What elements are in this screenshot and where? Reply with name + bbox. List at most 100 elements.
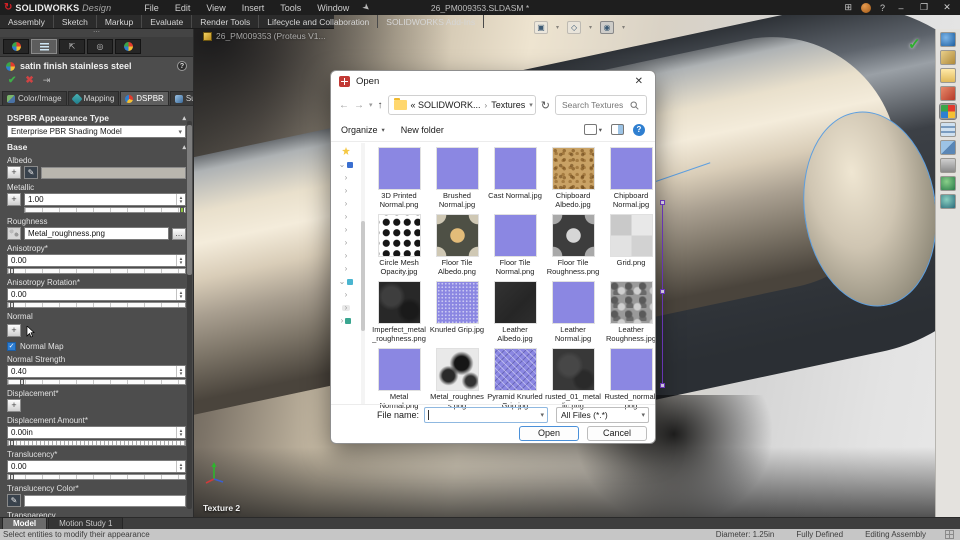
displacement-amount-slider[interactable]	[7, 440, 186, 446]
drive-icon[interactable]	[347, 279, 354, 285]
roughness-browse-button[interactable]: …	[172, 227, 186, 240]
anisotropy-value-input[interactable]: 0.00 ▲ ▼	[7, 254, 186, 267]
translucency-value-input[interactable]: 0.00 ▲ ▼	[7, 460, 186, 473]
metallic-slider[interactable]	[24, 207, 186, 213]
menu-file[interactable]: File	[137, 2, 166, 14]
menu-insert[interactable]: Insert	[235, 2, 272, 14]
file-item[interactable]: rusted_01_metallic.png	[545, 348, 601, 410]
favorites-star-icon[interactable]	[342, 147, 350, 155]
normal-strength-value-input[interactable]: 0.40 ▲ ▼	[7, 365, 186, 378]
design-library-icon[interactable]	[940, 50, 956, 65]
featuremanager-tab[interactable]	[3, 39, 29, 54]
back-icon[interactable]: ←	[339, 100, 349, 111]
refresh-icon[interactable]: ↻	[541, 99, 550, 112]
file-name-input[interactable]: ▾	[424, 407, 548, 423]
file-item[interactable]: Circle Mesh Opacity.jpg	[371, 214, 427, 276]
tree-expand-icon[interactable]: ›	[345, 213, 348, 221]
folder-tree-pane[interactable]: ⌄ › › › › › › › › ⌄ › › ›	[331, 143, 361, 404]
spinner-icon[interactable]: ▲ ▼	[176, 194, 185, 205]
sw-resources-icon[interactable]	[940, 32, 956, 47]
file-item[interactable]: Leather Roughness.jpg	[603, 281, 655, 343]
motion-study-tab[interactable]: Motion Study 1	[48, 517, 124, 529]
tree-expand-icon[interactable]: ›	[345, 174, 348, 182]
panel-scrollbar[interactable]	[187, 121, 192, 509]
metallic-value-input[interactable]: 1.00 ▲ ▼	[24, 193, 186, 206]
file-item[interactable]: Chipboard Normal.jpg	[603, 147, 655, 209]
anisotropy-rotation-slider[interactable]	[7, 302, 186, 308]
albedo-color-swatch[interactable]	[41, 166, 186, 179]
3dexperience-icon[interactable]	[940, 176, 956, 191]
dialog-help-icon[interactable]: ?	[633, 123, 645, 136]
panel-grip[interactable]: ⋯	[0, 29, 193, 37]
open-button[interactable]: Open	[519, 426, 579, 441]
scrollbar-thumb[interactable]	[187, 125, 192, 275]
new-folder-button[interactable]: New folder	[401, 125, 444, 135]
base-section-header[interactable]: Base ▴	[7, 142, 186, 152]
menu-window[interactable]: Window	[310, 2, 356, 14]
menu-tools[interactable]: Tools	[273, 2, 308, 14]
displacement-amount-value-input[interactable]: 0.00in ▲ ▼	[7, 426, 186, 439]
collapse-caret-icon[interactable]: ▴	[182, 114, 186, 122]
tree-expand-icon[interactable]: ›	[345, 304, 348, 312]
hide-show-items-icon[interactable]: ◉	[600, 21, 615, 34]
tab-markup[interactable]: Markup	[97, 15, 143, 28]
tab-dspbr[interactable]: DSPBR	[120, 91, 169, 105]
pin-menu-icon[interactable]: ➤	[359, 0, 373, 14]
user-avatar[interactable]	[860, 2, 871, 13]
breadcrumb-current[interactable]: Textures	[491, 100, 525, 110]
file-item[interactable]: Metal Normal.png	[371, 348, 427, 410]
view-palette-icon[interactable]	[940, 86, 956, 101]
file-item[interactable]: Leather Normal.jpg	[545, 281, 601, 343]
normal-strength-slider[interactable]	[7, 379, 186, 385]
tab-mapping[interactable]: Mapping	[67, 91, 120, 105]
metallic-add-texture-button[interactable]: +	[7, 193, 21, 206]
tab-evaluate[interactable]: Evaluate	[142, 15, 193, 28]
units-grid-icon[interactable]	[945, 530, 954, 539]
tree-expand-icon[interactable]: ›	[345, 187, 348, 195]
dimxpertmanager-tab[interactable]: ◎	[87, 39, 113, 54]
spinner-icon[interactable]: ▲ ▼	[176, 427, 185, 438]
file-item[interactable]: Chipboard Albedo.jpg	[545, 147, 601, 209]
tree-expand-icon[interactable]: ›	[345, 252, 348, 260]
tree-expand-icon[interactable]: ›	[345, 291, 348, 299]
this-pc-icon[interactable]	[347, 162, 354, 168]
organize-button[interactable]: Organize ▾	[341, 125, 385, 135]
tree-expand-icon[interactable]: ›	[345, 226, 348, 234]
tree-expand-icon[interactable]: ›	[341, 317, 344, 325]
help-icon[interactable]: ?	[880, 3, 885, 13]
chevron-down-icon[interactable]: ▾	[540, 411, 544, 419]
recent-locations-icon[interactable]: ▾	[369, 101, 373, 109]
restore-button[interactable]: ❐	[917, 2, 931, 13]
menu-view[interactable]: View	[199, 2, 232, 14]
appearance-type-header[interactable]: DSPBR Appearance Type ▴	[7, 113, 186, 123]
albedo-brush-icon[interactable]: ✎	[24, 166, 38, 179]
file-item[interactable]: Floor Tile Roughness.png	[545, 214, 601, 276]
file-item[interactable]: Pyramid Knurled Grip.jpg	[487, 348, 543, 410]
propertymanager-tab[interactable]	[31, 39, 57, 54]
minimize-button[interactable]: –	[894, 3, 908, 13]
translucency-slider[interactable]	[7, 474, 186, 480]
forward-icon[interactable]: →	[354, 100, 364, 111]
menu-edit[interactable]: Edit	[168, 2, 198, 14]
tree-expand-icon[interactable]: ›	[345, 239, 348, 247]
view-orientation-icon[interactable]: ◇	[567, 21, 582, 34]
file-item[interactable]: Rusted_normal.png	[603, 348, 655, 410]
address-bar[interactable]: « SOLIDWORK... › Textures ▾	[387, 95, 536, 115]
accept-button[interactable]: ✔	[8, 75, 16, 86]
document-recovery-icon[interactable]	[940, 158, 956, 173]
keep-visible-pin-icon[interactable]: ⇥	[43, 75, 51, 86]
model-tab[interactable]: Model	[2, 517, 48, 529]
view-mode-icon[interactable]	[583, 124, 597, 135]
tab-lifecycle-collaboration[interactable]: Lifecycle and Collaboration	[259, 15, 379, 28]
file-item[interactable]: 3D Printed Normal.png	[371, 147, 427, 209]
roughness-file-input[interactable]: Metal_roughness.png	[24, 227, 169, 240]
panel-help-icon[interactable]: ?	[177, 61, 187, 71]
built-in-libraries-icon[interactable]	[940, 140, 956, 155]
file-explorer-icon[interactable]	[940, 68, 956, 83]
tree-expand-icon[interactable]: ›	[345, 265, 348, 273]
file-type-dropdown[interactable]: All Files (*.*) ▾	[556, 407, 649, 423]
dimension-handle-top[interactable]	[659, 200, 665, 205]
collapse-caret-icon[interactable]: ▴	[182, 143, 186, 151]
tree-collapse-icon[interactable]: ⌄	[339, 278, 346, 286]
spinner-icon[interactable]: ▲ ▼	[176, 366, 185, 377]
